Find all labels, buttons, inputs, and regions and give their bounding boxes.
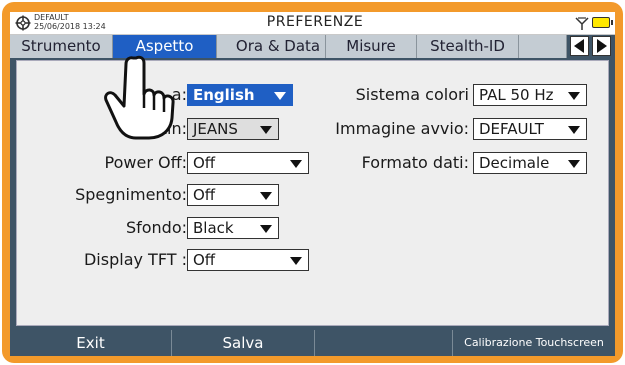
arrow-left-icon <box>574 39 584 53</box>
battery-icon <box>592 17 613 28</box>
chevron-down-icon <box>260 126 272 134</box>
immagine-avvio-label: Immagine avvio: <box>335 119 469 138</box>
status-datetime: 25/06/2018 13:24 <box>34 22 106 31</box>
status-bar: DEFAULT 25/06/2018 13:24 PREFERENZE <box>10 12 615 35</box>
function-key-bar: Exit Salva Calibrazione Touchscreen <box>10 330 615 356</box>
chevron-down-icon <box>274 92 286 100</box>
sistema-colori-label: Sistema colori <box>355 85 469 104</box>
sfondo-label: Sfondo: <box>125 218 187 237</box>
display-tft-label: Display TFT : <box>83 250 187 269</box>
spegnimento-value: Off <box>193 186 216 204</box>
immagine-avvio-select[interactable]: DEFAULT <box>473 118 587 140</box>
empty-function-button[interactable] <box>315 330 453 356</box>
power-off-select[interactable]: Off <box>187 152 309 174</box>
sistema-colori-value: PAL 50 Hz <box>479 86 554 104</box>
spegnimento-label: Spegnimento: <box>75 185 187 204</box>
display-tft-value: Off <box>193 251 216 269</box>
chevron-down-icon <box>260 225 272 233</box>
tab-hidden[interactable] <box>519 35 567 58</box>
spegnimento-select[interactable]: Off <box>187 184 279 206</box>
tab-stealth-id[interactable]: Stealth-ID <box>417 35 519 58</box>
formato-dati-select[interactable]: Decimale <box>473 152 587 174</box>
chevron-down-icon <box>568 92 580 100</box>
skin-value: JEANS <box>193 120 238 138</box>
tab-scroll-left-button[interactable] <box>570 36 589 56</box>
lingua-value: English <box>193 86 255 104</box>
lingua-select[interactable]: English <box>187 84 293 106</box>
tab-scroll-right-button[interactable] <box>592 36 611 56</box>
formato-dati-label: Formato dati: <box>361 153 469 172</box>
arrow-right-icon <box>597 39 607 53</box>
salva-button[interactable]: Salva <box>172 330 315 356</box>
formato-dati-value: Decimale <box>479 154 550 172</box>
exit-button[interactable]: Exit <box>10 330 172 356</box>
chevron-down-icon <box>568 126 580 134</box>
chevron-down-icon <box>568 160 580 168</box>
sistema-colori-select[interactable]: PAL 50 Hz <box>473 84 587 106</box>
display-tft-select[interactable]: Off <box>187 249 309 271</box>
sfondo-select[interactable]: Black <box>187 217 279 239</box>
chevron-down-icon <box>260 192 272 200</box>
tab-misure[interactable]: Misure <box>326 35 417 58</box>
sfondo-value: Black <box>193 219 234 237</box>
immagine-avvio-value: DEFAULT <box>479 120 544 138</box>
screen: DEFAULT 25/06/2018 13:24 PREFERENZE Stru… <box>10 12 615 356</box>
power-off-label: Power Off: <box>104 153 187 172</box>
hand-pointer-icon <box>104 55 175 140</box>
tab-ora-data[interactable]: Ora & Data <box>217 35 326 58</box>
skin-select[interactable]: JEANS <box>187 118 279 140</box>
page-title: PREFERENZE <box>266 14 364 30</box>
chevron-down-icon <box>290 160 302 168</box>
power-off-value: Off <box>193 154 216 172</box>
chevron-down-icon <box>290 257 302 265</box>
gear-icon <box>15 15 31 31</box>
calibrazione-touchscreen-button[interactable]: Calibrazione Touchscreen <box>453 330 615 356</box>
status-profile: DEFAULT <box>34 13 69 22</box>
device-frame: DEFAULT 25/06/2018 13:24 PREFERENZE Stru… <box>2 2 623 363</box>
antenna-icon <box>575 17 589 30</box>
